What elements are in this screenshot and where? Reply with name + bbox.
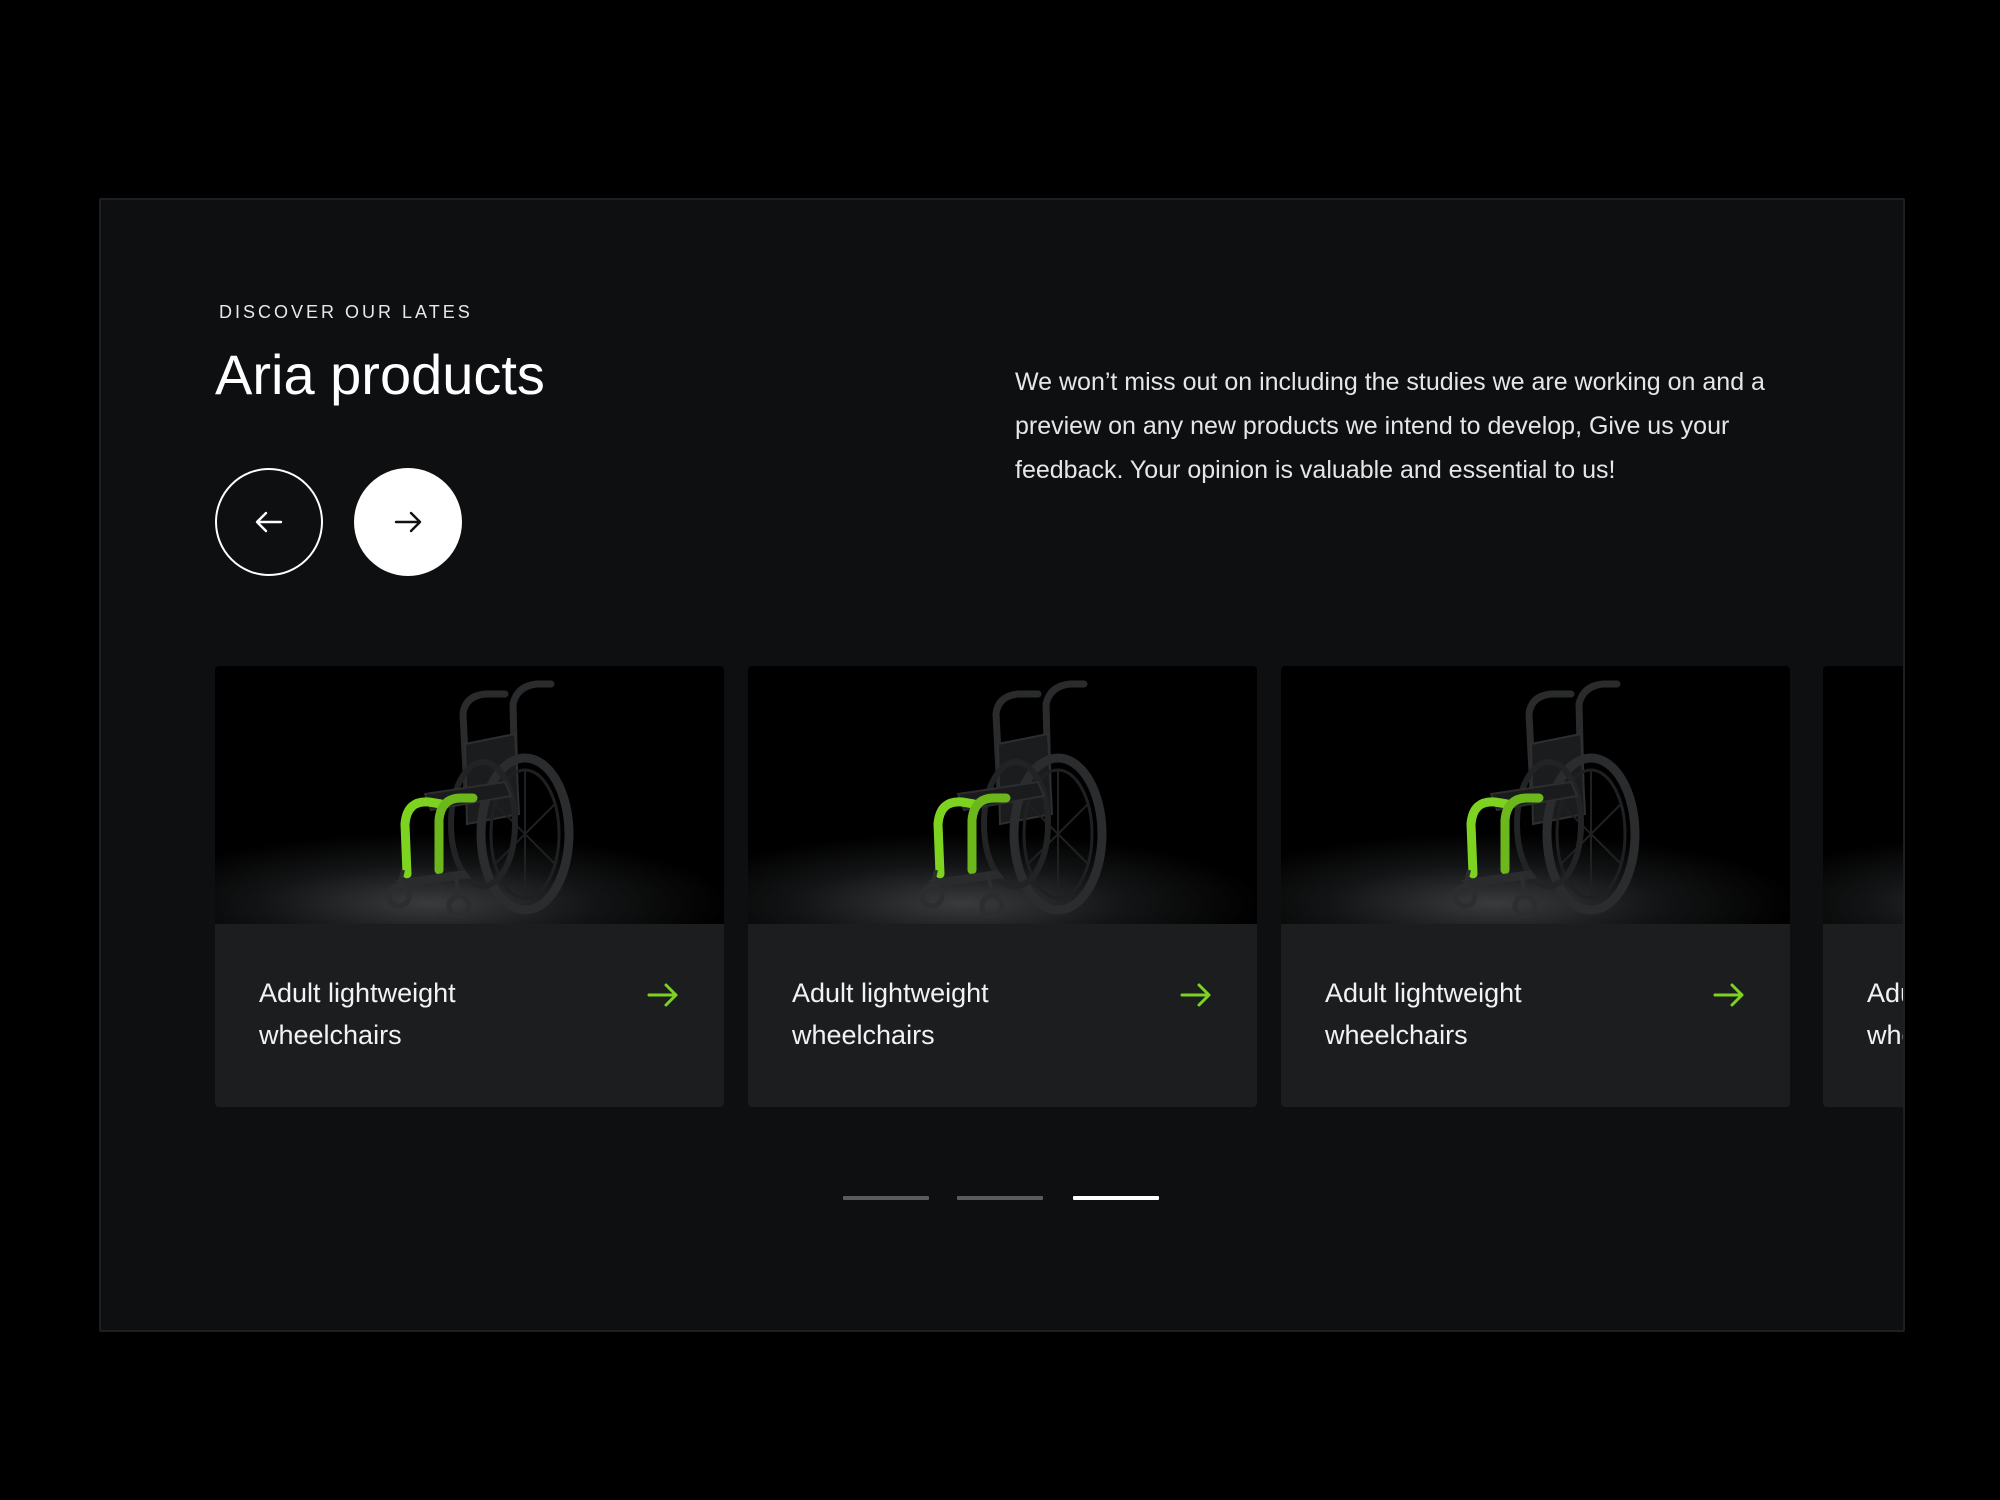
product-card-label: Adult lightweight wheelchairs xyxy=(1325,978,1522,1050)
product-image xyxy=(215,666,724,924)
pagination-dot-active[interactable] xyxy=(1073,1196,1159,1200)
wheelchair-image xyxy=(386,680,574,919)
product-image xyxy=(748,666,1257,924)
arrow-left-icon xyxy=(255,511,283,533)
product-card-label: Adult lightweight wheelchairs xyxy=(1867,978,1903,1050)
product-card-arrow-button[interactable] xyxy=(1179,978,1213,1012)
product-card-arrow-button[interactable] xyxy=(646,978,680,1012)
product-card-arrow-button[interactable] xyxy=(1712,978,1746,1012)
product-card-label: Adult lightweight wheelchairs xyxy=(792,978,989,1050)
arrow-right-icon xyxy=(1713,983,1744,1007)
product-card[interactable]: Adult lightweight wheelchairs xyxy=(1823,666,1903,1107)
pagination-dot[interactable] xyxy=(843,1196,929,1200)
carousel-prev-button[interactable] xyxy=(215,468,323,576)
product-card[interactable]: Adult lightweight wheelchairs xyxy=(1281,666,1790,1107)
product-card[interactable]: Adult lightweight wheelchairs xyxy=(748,666,1257,1107)
product-card-label: Adult lightweight wheelchairs xyxy=(259,978,456,1050)
section-eyebrow: DISCOVER OUR LATES xyxy=(219,302,473,322)
section-title: Aria products xyxy=(215,343,545,406)
product-image xyxy=(1281,666,1790,924)
arrow-right-icon xyxy=(1180,983,1211,1007)
arrow-right-icon xyxy=(394,511,422,533)
section-intro: We won’t miss out on including the studi… xyxy=(1015,368,1765,484)
products-section: DISCOVER OUR LATES Aria products We won’… xyxy=(99,198,1905,1332)
pagination-dot[interactable] xyxy=(957,1196,1043,1200)
arrow-right-icon xyxy=(647,983,678,1007)
carousel-next-button[interactable] xyxy=(354,468,462,576)
product-card[interactable]: Adult lightweight wheelchairs xyxy=(215,666,724,1107)
product-image xyxy=(1823,666,1903,924)
wheelchair-image xyxy=(1452,680,1640,919)
wheelchair-image xyxy=(919,680,1107,919)
